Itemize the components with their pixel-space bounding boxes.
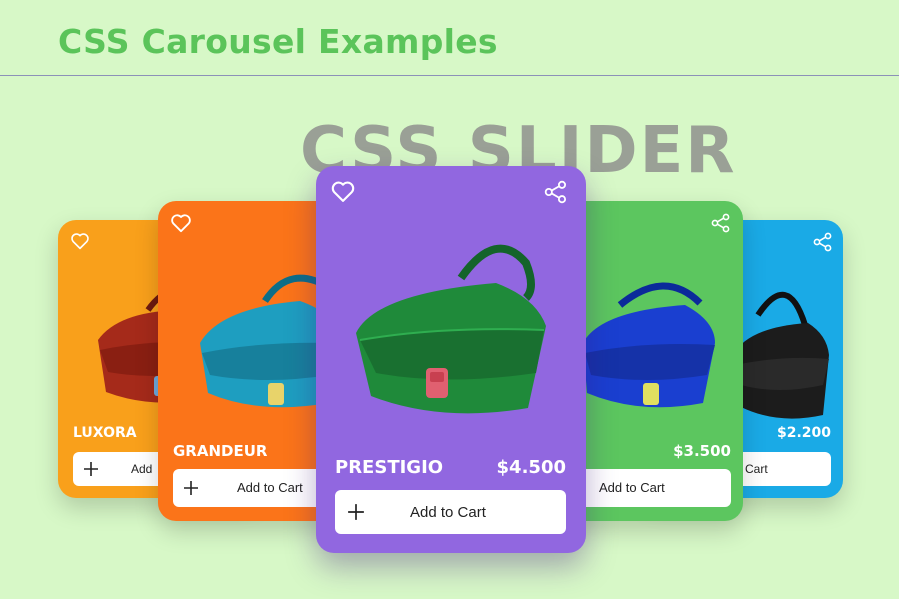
- add-to-cart-label: Add to Cart: [410, 504, 486, 521]
- add-to-cart-label: Add: [131, 462, 153, 476]
- page-title: CSS Carousel Examples: [58, 22, 498, 61]
- product-card-prestigio: PRESTIGIO $4.500 Add to Cart: [316, 166, 586, 553]
- heart-icon[interactable]: [70, 232, 90, 255]
- add-to-cart-label: Add to Cart: [599, 480, 665, 495]
- product-price: $2.200: [776, 425, 831, 441]
- add-to-cart-label: Cart: [745, 462, 768, 476]
- share-icon[interactable]: [711, 213, 731, 238]
- product-name: GRANDEUR: [173, 442, 268, 460]
- product-name: LUXORA: [73, 425, 137, 441]
- handbag-image: [346, 208, 556, 433]
- add-to-cart-button[interactable]: Add to Cart: [335, 490, 566, 534]
- heart-icon[interactable]: [170, 213, 192, 238]
- add-to-cart-label: Add to Cart: [237, 480, 303, 495]
- plus-icon: [183, 480, 199, 501]
- plus-icon: [347, 503, 365, 526]
- heart-icon[interactable]: [330, 180, 356, 208]
- handbag-image: [565, 243, 725, 428]
- share-icon[interactable]: [544, 180, 568, 209]
- product-price: $3.500: [673, 442, 731, 460]
- product-price: $4.500: [496, 457, 566, 478]
- header-divider: [0, 75, 899, 76]
- share-icon[interactable]: [813, 232, 833, 257]
- product-name: PRESTIGIO: [335, 457, 444, 478]
- plus-icon: [83, 461, 99, 482]
